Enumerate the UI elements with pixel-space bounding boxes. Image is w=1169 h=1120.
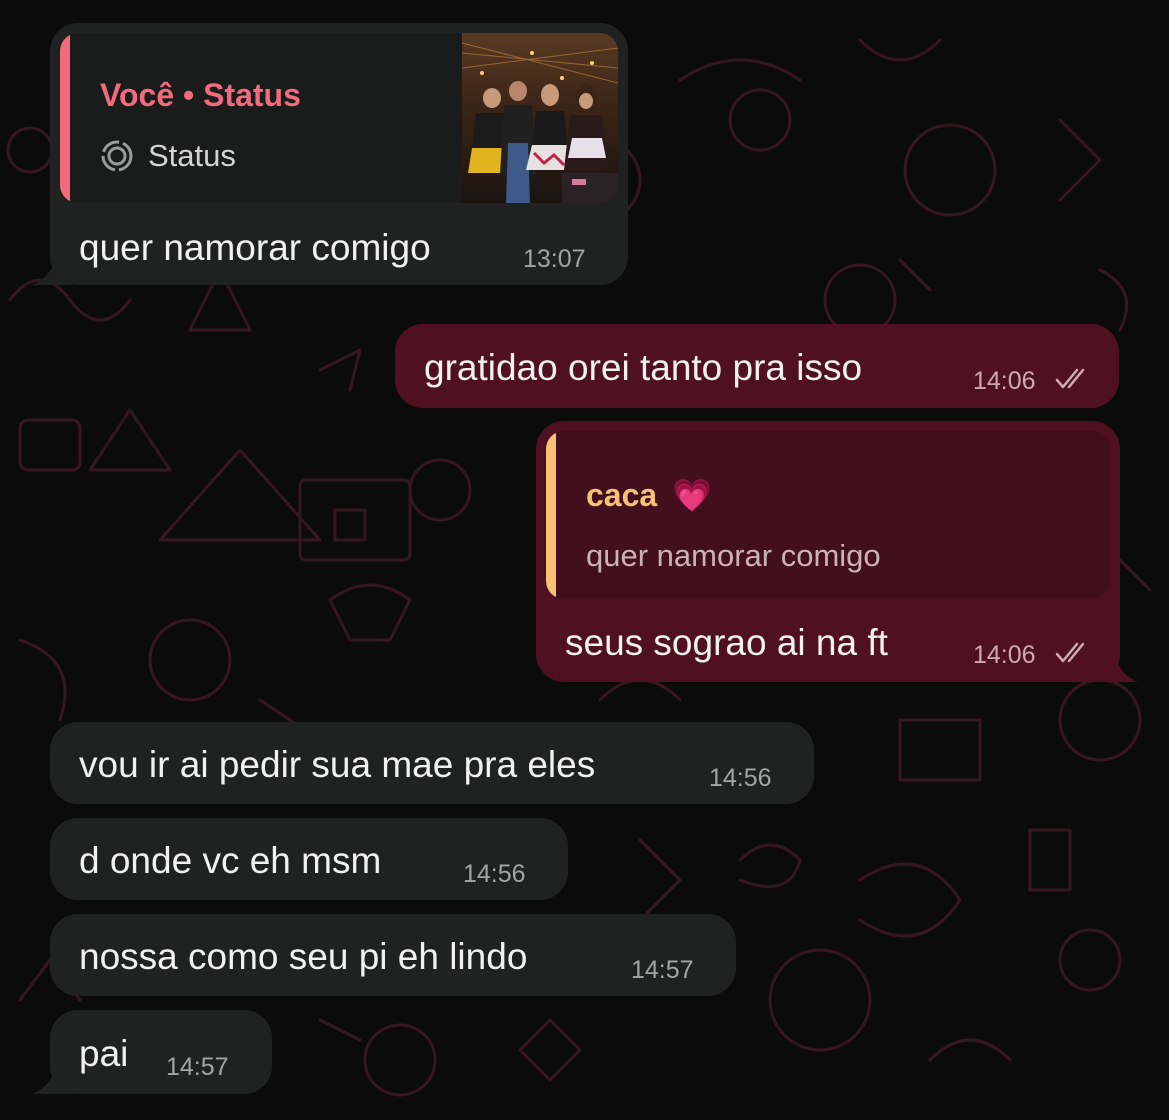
message-bubble-incoming[interactable]: Você • Status Status quer namorar comigo…	[32, 23, 628, 285]
reply-title: caca 💗	[586, 477, 712, 513]
message-time: 14:57	[631, 956, 694, 984]
message-bubble-incoming[interactable]: vou ir ai pedir sua mae pra eles 14:56	[50, 722, 814, 804]
read-receipt-icon	[1055, 368, 1085, 389]
message-text: pai	[79, 1033, 129, 1074]
message-text: nossa como seu pi eh lindo	[79, 936, 528, 977]
reply-subtitle: quer namorar comigo	[586, 538, 881, 573]
bubble-tail	[32, 245, 72, 285]
message-time: 14:56	[463, 860, 526, 888]
message-text: gratidao orei tanto pra isso	[424, 347, 863, 388]
bubble-tail	[1098, 642, 1138, 682]
pink-heart-emoji: 💗	[672, 477, 712, 513]
status-thumbnail[interactable]	[462, 33, 618, 203]
message-time: 14:06	[973, 641, 1036, 669]
message-time: 14:06	[973, 367, 1036, 395]
read-receipt-icon	[1055, 642, 1085, 663]
reply-accent-bar	[60, 33, 70, 203]
message-text: d onde vc eh msm	[79, 840, 382, 881]
message-text: vou ir ai pedir sua mae pra eles	[79, 744, 596, 785]
reply-title: Você • Status	[100, 77, 301, 113]
reply-preview-status[interactable]: Você • Status Status	[60, 33, 618, 203]
photo-image	[462, 33, 618, 203]
reply-preview-message[interactable]: caca 💗 quer namorar comigo	[546, 431, 1110, 599]
message-bubble-incoming[interactable]: pai 14:57	[32, 1010, 272, 1094]
message-time: 14:56	[709, 764, 772, 792]
bubble-tail	[32, 1054, 72, 1094]
message-text: quer namorar comigo	[79, 227, 431, 268]
message-time: 13:07	[523, 245, 586, 273]
status-icon	[101, 140, 133, 172]
message-bubble-incoming[interactable]: nossa como seu pi eh lindo 14:57	[50, 914, 736, 996]
reply-accent-bar	[546, 431, 556, 599]
message-bubble-incoming[interactable]: d onde vc eh msm 14:56	[50, 818, 568, 900]
reply-subtitle: Status	[148, 138, 236, 173]
message-time: 14:57	[166, 1053, 229, 1081]
message-bubble-outgoing[interactable]: caca 💗 quer namorar comigo seus sograo a…	[536, 421, 1138, 682]
message-bubble-outgoing[interactable]: gratidao orei tanto pra isso 14:06	[395, 324, 1119, 408]
message-text: seus sograo ai na ft	[565, 622, 888, 663]
